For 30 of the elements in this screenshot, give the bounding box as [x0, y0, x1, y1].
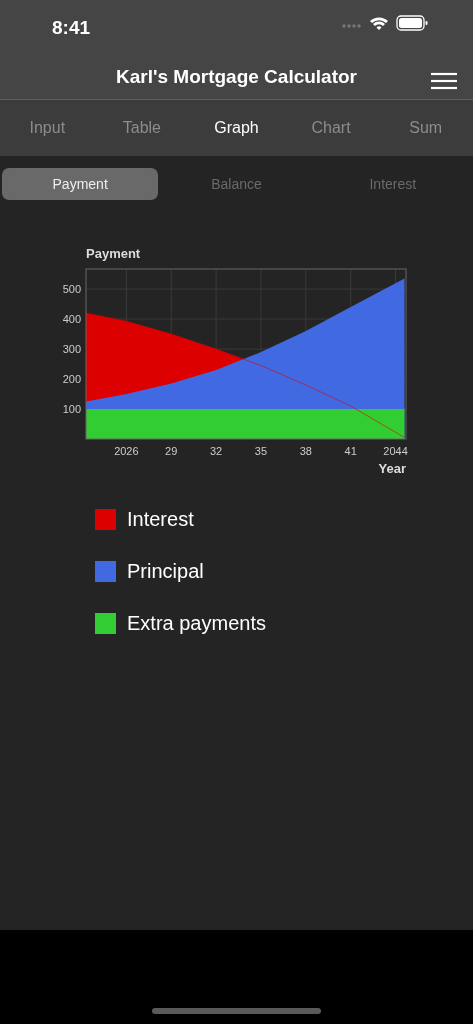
app-title: Karl's Mortgage Calculator — [116, 65, 357, 90]
segment-button[interactable]: Payment — [2, 168, 159, 200]
axis-label: 35 — [254, 445, 268, 457]
axis-label: 38 — [299, 445, 312, 457]
axis-title: Year — [378, 461, 406, 476]
axis-label: 2044 — [383, 445, 408, 457]
tab[interactable]: Chart — [283, 100, 379, 156]
axis-label: 400 — [62, 313, 81, 326]
status-time: 8:41 — [52, 16, 91, 40]
axis-label: 32 — [209, 445, 223, 457]
legend-swatch — [95, 508, 116, 530]
tab[interactable]: Sum — [378, 100, 473, 156]
axis-label: 300 — [62, 343, 81, 356]
axis-label: 2026 — [114, 445, 139, 457]
legend-swatch — [95, 560, 116, 582]
legend-swatch — [95, 612, 116, 634]
legend-label: Extra payments — [127, 611, 266, 636]
axis-label: 200 — [62, 373, 81, 386]
segment-button[interactable]: Interest — [314, 168, 471, 200]
axis-label: 41 — [344, 445, 357, 457]
segment-button[interactable]: Balance — [158, 168, 315, 200]
tab[interactable]: Input — [0, 100, 95, 156]
axis-label: 500 — [62, 283, 81, 296]
axis-label: 29 — [165, 445, 178, 457]
legend-label: Principal — [127, 559, 204, 584]
legend-label: Interest — [127, 507, 194, 532]
tab[interactable]: Graph — [189, 100, 284, 156]
axis-label: 100 — [62, 403, 81, 415]
tab[interactable]: Table — [94, 100, 190, 156]
chart-title: Payment — [86, 246, 141, 261]
